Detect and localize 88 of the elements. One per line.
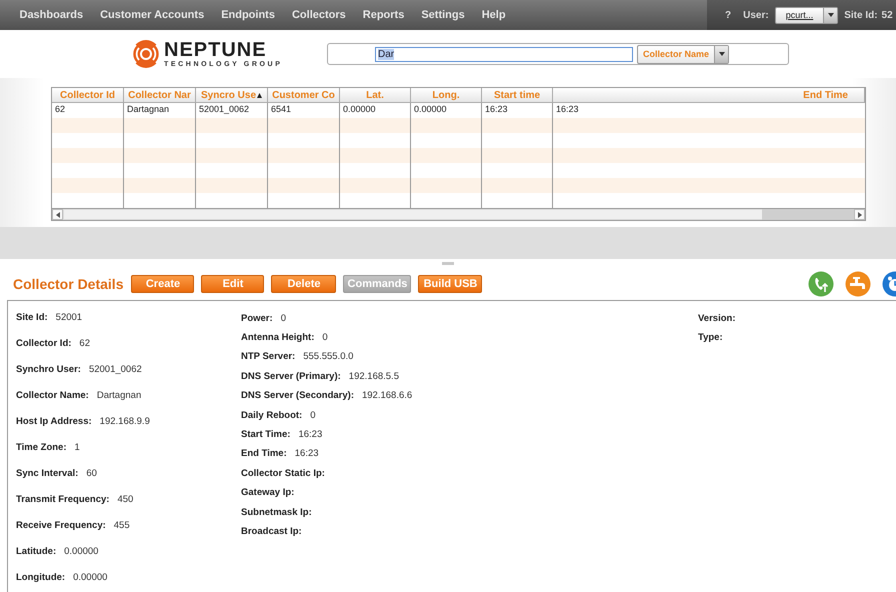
table-cell: 62	[52, 103, 124, 118]
field-value: 192.168.9.9	[100, 416, 150, 427]
logo-name: NEPTUNE	[164, 40, 268, 60]
field-label: Gateway Ip:	[241, 487, 294, 498]
column-header[interactable]: Start time	[482, 88, 553, 103]
field-value: 555.555.0.0	[303, 351, 354, 362]
caret-icon	[828, 12, 834, 18]
field-value: 62	[79, 338, 90, 349]
field-label: End Time:	[241, 448, 287, 460]
scroll-left-icon	[54, 212, 60, 218]
field-value: 450	[117, 494, 134, 505]
nav-menu-item[interactable]: Reports	[354, 9, 413, 21]
field-value: 52001	[56, 312, 82, 323]
scroll-right-button[interactable]	[854, 209, 865, 220]
field-value: 192.168.6.6	[362, 390, 412, 402]
field-value: 192.168.5.5	[348, 370, 399, 382]
field-label: Collector Name:	[16, 390, 89, 401]
field-label: Version:	[698, 312, 736, 324]
field-value: 16:23	[294, 448, 319, 460]
user-dropdown[interactable]: pcurt...	[774, 6, 838, 24]
field-label: Power:	[241, 312, 273, 324]
field-label: Start Time:	[241, 429, 290, 440]
table-cell: 0.00000	[411, 103, 482, 118]
table-cell: 52001_0062	[196, 103, 268, 118]
field-label: Broadcast Ip:	[241, 526, 302, 537]
column-header[interactable]: Collector Id	[52, 88, 124, 103]
phone-upload-icon[interactable]	[808, 270, 834, 296]
logo-icon	[131, 39, 161, 69]
action-button[interactable]: Edit	[201, 274, 264, 292]
field-label: Synchro User:	[16, 364, 81, 375]
column-header[interactable]: Long.	[411, 88, 482, 103]
nav-menu-item[interactable]: Dashboards	[11, 9, 92, 21]
site-id-value: 52	[882, 10, 893, 20]
field-label: Collector Static Ip:	[241, 468, 325, 479]
action-button[interactable]: Build USB	[418, 274, 482, 292]
faucet-icon[interactable]	[845, 270, 871, 296]
column-header[interactable]: Collector Nar	[124, 88, 196, 103]
section-title: Collector Details	[13, 276, 124, 292]
field-label: Sync Interval:	[16, 468, 78, 479]
column-header[interactable]: End Time	[553, 88, 865, 103]
field-value: 52001_0062	[88, 364, 142, 375]
nav-menu-item[interactable]: Endpoints	[212, 9, 284, 21]
user-label: User:	[743, 10, 769, 20]
action-button[interactable]: Delete	[271, 274, 336, 292]
help-link[interactable]: ?	[725, 10, 732, 20]
field-value: 60	[86, 468, 97, 479]
field-value: 0	[322, 332, 328, 344]
action-button[interactable]: Create	[131, 274, 194, 292]
field-label: Collector Id:	[16, 338, 72, 349]
field-value: 1	[74, 442, 80, 453]
field-value: Dartagnan	[96, 390, 142, 401]
field-label: Daily Reboot:	[241, 410, 302, 421]
field-value: 0	[280, 312, 286, 324]
table-cell: 6541	[268, 103, 340, 118]
field-value: 0.00000	[64, 546, 98, 557]
field-label: Host Ip Address:	[16, 416, 92, 427]
scrollbar-thumb[interactable]	[762, 209, 854, 220]
column-header[interactable]: Syncro Use	[196, 88, 268, 103]
scroll-left-button[interactable]	[52, 209, 63, 220]
field-label: DNS Server (Secondary):	[241, 390, 354, 402]
field-value: 0	[310, 410, 316, 421]
field-label: Subnetmask Ip:	[241, 506, 312, 518]
field-label: Receive Frequency:	[16, 520, 106, 531]
scroll-right-icon	[856, 212, 862, 218]
field-label: Type:	[698, 332, 723, 344]
splitter-handle[interactable]	[442, 262, 454, 264]
field-label: DNS Server (Primary):	[241, 370, 341, 382]
table-cell: 0.00000	[340, 103, 411, 118]
column-header[interactable]: Customer Co	[268, 88, 340, 103]
field-label: Longitude:	[16, 572, 66, 583]
site-id-label: Site Id:	[844, 10, 878, 20]
column-header[interactable]: Lat.	[340, 88, 411, 103]
search-field[interactable]: Dar	[375, 46, 633, 62]
field-label: Latitude:	[16, 546, 56, 557]
field-value: 0.00000	[73, 572, 108, 583]
nav-menu-item[interactable]: Settings	[412, 9, 474, 21]
nav-menu-item[interactable]: Customer Accounts	[92, 9, 213, 21]
filter-dropdown[interactable]: Collector Name	[637, 44, 730, 64]
nav-menu-item[interactable]: Collectors	[283, 9, 354, 21]
caret-icon	[718, 51, 725, 57]
field-label: Transmit Frequency:	[16, 494, 110, 505]
field-value: 455	[114, 520, 130, 531]
field-label: Time Zone:	[16, 442, 66, 453]
field-label: NTP Server:	[241, 351, 296, 362]
nav-menu-item[interactable]: Help	[473, 9, 514, 21]
field-value: 16:23	[298, 429, 322, 440]
field-label: Antenna Height:	[241, 332, 314, 344]
field-label: Site Id:	[16, 312, 48, 323]
